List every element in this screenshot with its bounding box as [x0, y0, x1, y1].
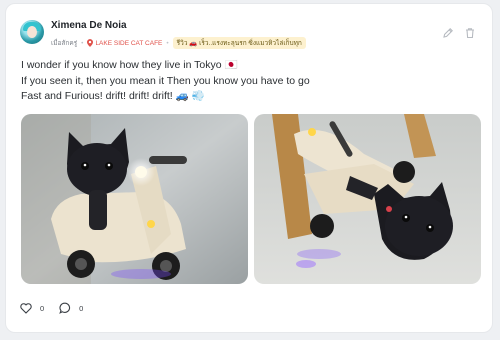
heart-icon: [20, 302, 32, 314]
review-tag[interactable]: รีวิว 🚗 เร็ว..แรงทะลุนรก ซิ่งแมวหิวไล่เก…: [172, 37, 306, 49]
post-photo-scooter-cat[interactable]: [21, 114, 248, 284]
post-meta: เมื่อสักครู่ • LAKE SIDE CAT CAFE • รีวิ…: [51, 37, 306, 49]
caption-line: Fast and Furious! drift! drift! drift! 🚙…: [21, 90, 205, 102]
caption-line: I wonder if you know how they live in To…: [21, 59, 238, 71]
post-options: [442, 26, 476, 39]
map-pin-icon: [87, 39, 94, 47]
author-name[interactable]: Ximena De Noia: [51, 20, 127, 31]
meta-separator: •: [166, 39, 169, 47]
pencil-icon[interactable]: [442, 26, 454, 38]
post-time: เมื่อสักครู่: [51, 40, 78, 47]
trash-icon[interactable]: [464, 26, 476, 39]
like-count: 0: [40, 303, 45, 313]
location-name: LAKE SIDE CAT CAFE: [95, 39, 163, 47]
post-actions: 0 0: [20, 302, 98, 314]
comment-count: 0: [79, 303, 84, 313]
meta-separator: •: [81, 39, 84, 47]
post-photo-fallen-cat[interactable]: [254, 114, 481, 284]
like-button[interactable]: 0: [20, 302, 45, 314]
post-caption: I wonder if you know how they live in To…: [21, 58, 310, 105]
comment-button[interactable]: 0: [59, 302, 83, 314]
comment-icon: [59, 302, 71, 314]
location-link[interactable]: LAKE SIDE CAT CAFE: [87, 39, 162, 47]
post-card: Ximena De Noia เมื่อสักครู่ • LAKE SIDE …: [5, 3, 493, 333]
avatar[interactable]: [20, 20, 44, 44]
caption-line: If you seen it, then you mean it Then yo…: [21, 74, 310, 87]
